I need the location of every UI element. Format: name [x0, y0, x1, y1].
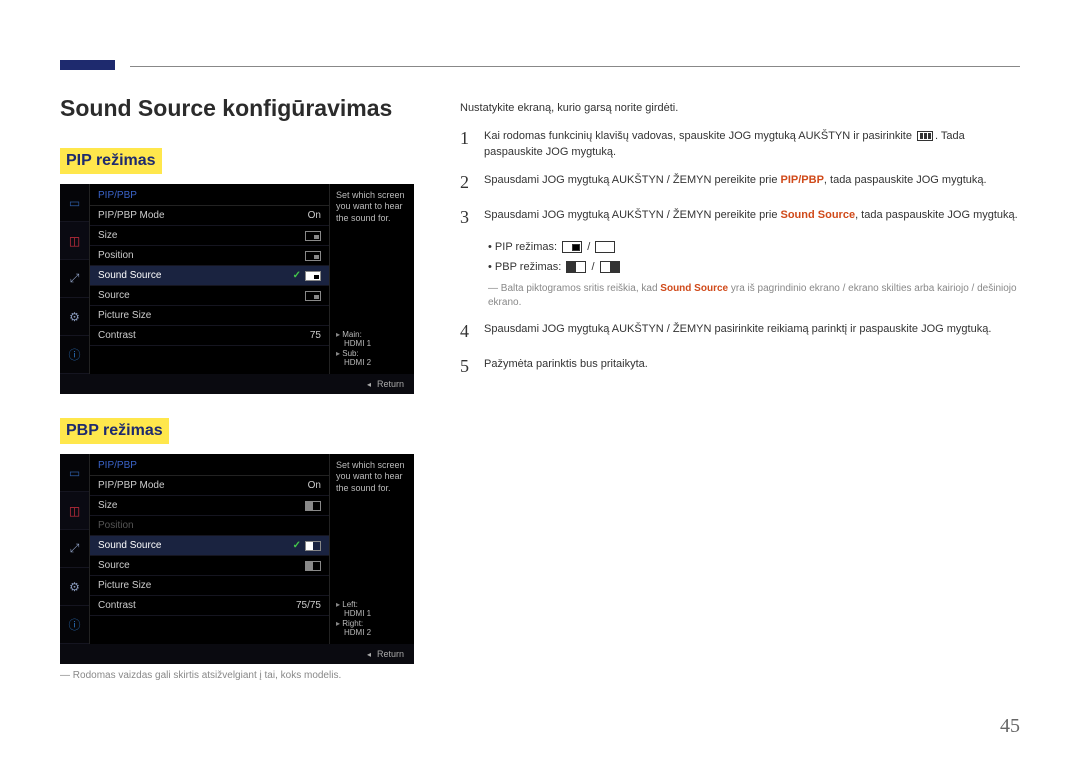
osd-description: Set which screen you want to hear the so… [329, 454, 414, 644]
step-5: 5 Pažymėta parinktis bus pritaikyta. [460, 353, 1020, 380]
source-icon [305, 561, 321, 571]
osd-sidebar: ▭ ◫ ⤢ ⚙ ⓘ [60, 184, 90, 374]
osd-row-source: Source [90, 556, 329, 576]
resize-icon: ⤢ [60, 530, 89, 568]
page-number: 45 [1000, 715, 1020, 738]
intro-text: Nustatykite ekraną, kurio garsą norite g… [460, 100, 1020, 117]
menu-icon [917, 131, 933, 141]
osd-row-size: Size [90, 226, 329, 246]
step-3: 3 Spausdami JOG mygtuką AUKŠTYN / ŽEMYN … [460, 204, 1020, 231]
resize-icon: ⤢ [60, 260, 89, 298]
header-accent [60, 60, 115, 70]
bullet-pip: PIP režimas: / [488, 239, 1020, 256]
sound-icon [305, 541, 321, 551]
step-4: 4 Spausdami JOG mygtuką AUKŠTYN / ŽEMYN … [460, 318, 1020, 345]
osd-screenshot-pbp: ▭ ◫ ⤢ ⚙ ⓘ PIP/PBP PIP/PBP ModeOn Size Po… [60, 454, 414, 664]
size-icon [305, 501, 321, 511]
check-icon: ✓ [293, 270, 301, 281]
osd-row-source: Source [90, 286, 329, 306]
mode-icon-bullets: PIP režimas: / PBP režimas: / [488, 239, 1020, 276]
header-rule [130, 66, 1020, 67]
osd-screenshot-pip: ▭ ◫ ⤢ ⚙ ⓘ PIP/PBP PIP/PBP ModeOn Size Po… [60, 184, 414, 394]
monitor-icon: ▭ [60, 454, 89, 492]
osd-row-contrast: Contrast75/75 [90, 596, 329, 616]
osd-row-soundsource: Sound Source✓ [90, 536, 329, 556]
osd-row-contrast: Contrast75 [90, 326, 329, 346]
source-icon [305, 291, 321, 301]
pip-main-icon [562, 241, 582, 253]
step-1: 1 Kai rodomas funkcinių klavišų vadovas,… [460, 125, 1020, 161]
osd-row-picturesize: Picture Size [90, 306, 329, 326]
osd-sidebar: ▭ ◫ ⤢ ⚙ ⓘ [60, 454, 90, 644]
return-arrow-icon: ◂ [367, 650, 371, 659]
osd-row-position: Position [90, 246, 329, 266]
step-2: 2 Spausdami JOG mygtuką AUKŠTYN / ŽEMYN … [460, 169, 1020, 196]
check-icon: ✓ [293, 540, 301, 551]
osd-header: PIP/PBP [90, 184, 329, 206]
image-footnote: ― Rodomas vaizdas gali skirtis atsižvelg… [60, 670, 341, 681]
pbp-right-icon [600, 261, 620, 273]
page-title: Sound Source konfigūravimas [60, 95, 392, 122]
osd-row-mode: PIP/PBP ModeOn [90, 476, 329, 496]
osd-row-mode: PIP/PBP ModeOn [90, 206, 329, 226]
info-icon: ⓘ [60, 606, 89, 644]
sound-icon [305, 271, 321, 281]
size-icon [305, 231, 321, 241]
info-icon: ⓘ [60, 336, 89, 374]
osd-row-size: Size [90, 496, 329, 516]
pbp-mode-heading: PBP režimas [60, 418, 169, 444]
osd-footer: ◂Return [60, 374, 414, 394]
bullet-pbp: PBP režimas: / [488, 259, 1020, 276]
osd-row-soundsource: Sound Source✓ [90, 266, 329, 286]
pip-mode-heading: PIP režimas [60, 148, 162, 174]
osd-header: PIP/PBP [90, 454, 329, 476]
pip-icon: ◫ [60, 222, 89, 260]
gear-icon: ⚙ [60, 568, 89, 606]
instructions-column: Nustatykite ekraną, kurio garsą norite g… [460, 100, 1020, 388]
pip-sub-icon [595, 241, 615, 253]
monitor-icon: ▭ [60, 184, 89, 222]
return-arrow-icon: ◂ [367, 380, 371, 389]
osd-description: Set which screen you want to hear the so… [329, 184, 414, 374]
gear-icon: ⚙ [60, 298, 89, 336]
position-icon [305, 251, 321, 261]
osd-row-picturesize: Picture Size [90, 576, 329, 596]
pip-icon: ◫ [60, 492, 89, 530]
osd-footer: ◂Return [60, 644, 414, 664]
pbp-left-icon [566, 261, 586, 273]
osd-row-position: Position [90, 516, 329, 536]
icon-explanation-note: ― Balta piktogramos sritis reiškia, kad … [488, 282, 1020, 310]
